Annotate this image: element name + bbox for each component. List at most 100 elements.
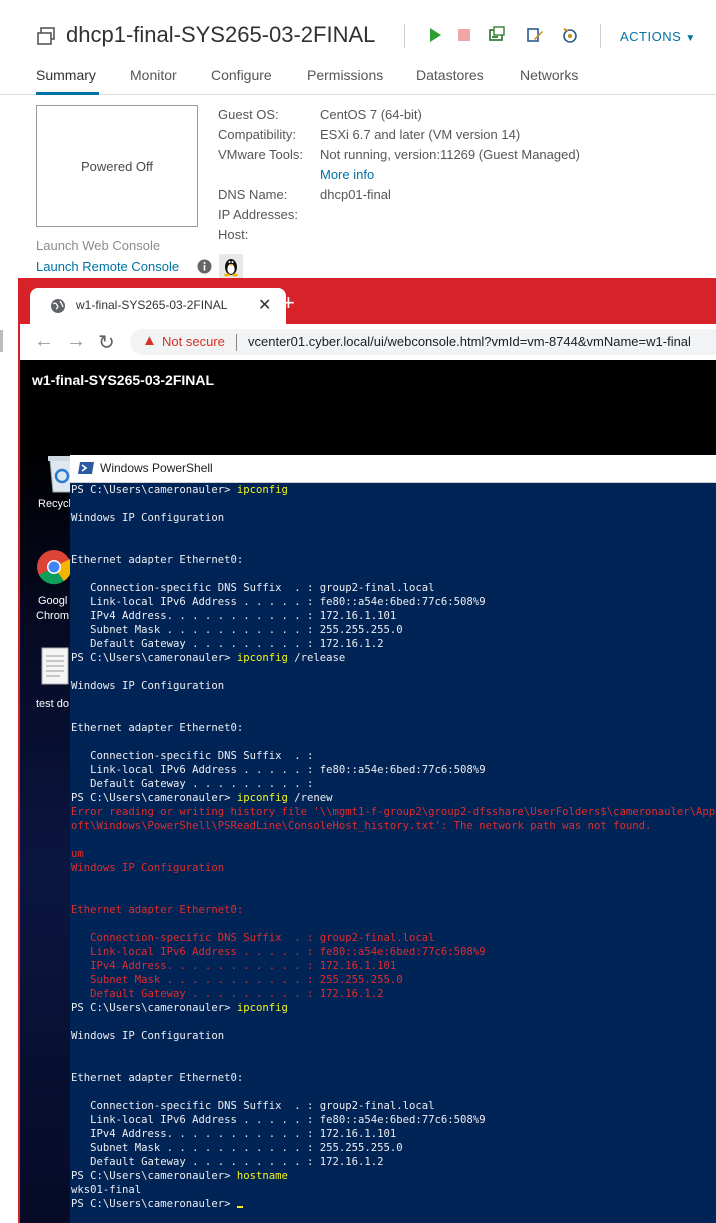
powershell-titlebar: Windows PowerShell xyxy=(70,455,716,483)
console-line: Link-local IPv6 Address . . . . . : fe80… xyxy=(71,1114,486,1126)
close-tab-icon[interactable]: ✕ xyxy=(258,295,271,315)
console-command: ipconfig xyxy=(236,1002,288,1014)
console-header: w1-final-SYS265-03-2FINAL xyxy=(20,360,716,442)
console-line: Link-local IPv6 Address . . . . . : fe80… xyxy=(71,764,486,776)
browser-titlebar: w1-final-SYS265-03-2FINAL ✕ + xyxy=(20,278,716,324)
console-prompt: PS C:\Users\cameronauler> xyxy=(71,652,237,664)
console-line: Ethernet adapter Ethernet0: xyxy=(71,722,244,734)
tab-networks[interactable]: Networks xyxy=(520,67,578,83)
vm-console-thumbnail[interactable]: Powered Off xyxy=(36,105,198,227)
toolbar-divider xyxy=(404,24,405,48)
tab-monitor[interactable]: Monitor xyxy=(130,67,177,83)
console-line: Subnet Mask . . . . . . . . . . . : 255.… xyxy=(71,624,403,636)
console-line: PS C:\Users\cameronauler> xyxy=(71,1197,716,1211)
url-text[interactable]: vcenter01.cyber.local/ui/webconsole.html… xyxy=(248,334,691,349)
back-arrow-icon[interactable]: ← xyxy=(34,330,54,353)
edit-settings-icon[interactable] xyxy=(526,26,544,44)
toolbar-divider xyxy=(600,24,601,48)
launch-web-console-link[interactable]: Launch Web Console xyxy=(36,238,160,253)
console-error-line xyxy=(71,889,716,903)
globe-icon xyxy=(51,299,65,313)
console-error-line xyxy=(71,875,716,889)
address-bar[interactable]: ▲ Not secure vcenter01.cyber.local/ui/we… xyxy=(130,329,716,355)
console-command: hostname xyxy=(236,1170,288,1182)
console-line: Ethernet adapter Ethernet0: xyxy=(71,554,244,566)
console-error-line: Ethernet adapter Ethernet0: xyxy=(71,904,244,916)
compatibility-value: ESXi 6.7 and later (VM version 14) xyxy=(320,127,521,142)
powershell-title: Windows PowerShell xyxy=(100,461,213,475)
vm-icon xyxy=(37,27,55,45)
migrate-icon[interactable] xyxy=(488,26,506,44)
console-line: Windows IP Configuration xyxy=(71,680,225,692)
console-line: PS C:\Users\cameronauler> ipconfig xyxy=(71,1001,716,1015)
console-error-line xyxy=(71,833,716,847)
console-line: Link-local IPv6 Address . . . . . : fe80… xyxy=(71,596,486,608)
text-cursor xyxy=(236,1206,243,1208)
dns-name-value: dhcp01-final xyxy=(320,187,391,202)
guest-desktop: Recycle Googl Chrom test do Windows Powe… xyxy=(20,442,716,1223)
vm-summary-panel: dhcp1-final-SYS265-03-2FINAL ACTIONS ▼ S… xyxy=(0,0,716,278)
not-secure-label[interactable]: Not secure xyxy=(162,334,225,349)
tab-permissions[interactable]: Permissions xyxy=(307,67,383,83)
console-error-line: Connection-specific DNS Suffix . : group… xyxy=(71,932,435,944)
console-line: wks01-final xyxy=(71,1184,142,1196)
console-line: PS C:\Users\cameronauler> ipconfig /rene… xyxy=(71,791,716,805)
new-tab-button[interactable]: + xyxy=(282,290,295,316)
forward-arrow-icon[interactable]: → xyxy=(66,330,86,353)
powershell-window[interactable]: Windows PowerShell PS C:\Users\cameronau… xyxy=(70,455,716,1223)
linux-tux-icon xyxy=(219,254,243,278)
power-state-text: Powered Off xyxy=(80,159,154,174)
console-line: Windows IP Configuration xyxy=(71,1030,225,1042)
info-icon[interactable] xyxy=(197,259,212,274)
chrome-icon xyxy=(37,550,72,585)
console-error-line: IPv4 Address. . . . . . . . . . . : 172.… xyxy=(71,960,397,972)
console-line: IPv4 Address. . . . . . . . . . . : 172.… xyxy=(71,610,397,622)
console-line: Connection-specific DNS Suffix . : group… xyxy=(71,1100,435,1112)
power-on-icon[interactable] xyxy=(426,26,444,44)
browser-tab[interactable]: w1-final-SYS265-03-2FINAL ✕ xyxy=(30,288,286,324)
tab-configure[interactable]: Configure xyxy=(211,67,272,83)
console-command: ipconfig xyxy=(236,652,288,664)
detail-label: Compatibility: xyxy=(218,127,297,142)
power-off-icon[interactable] xyxy=(455,26,473,44)
chevron-down-icon: ▼ xyxy=(685,33,696,44)
tab-divider xyxy=(0,94,716,95)
snapshot-icon[interactable] xyxy=(561,26,579,44)
launch-remote-console-link[interactable]: Launch Remote Console xyxy=(36,259,179,274)
tab-summary[interactable]: Summary xyxy=(36,67,96,83)
console-line: Default Gateway . . . . . . . . . : xyxy=(71,778,314,790)
address-divider xyxy=(236,334,237,351)
powershell-icon xyxy=(78,462,94,474)
vmware-tools-value: Not running, version:11269 (Guest Manage… xyxy=(320,147,580,162)
actions-menu[interactable]: ACTIONS ▼ xyxy=(620,29,696,44)
console-line: Ethernet adapter Ethernet0: xyxy=(71,1072,244,1084)
console-error-line: oft\Windows\PowerShell\PSReadLine\Consol… xyxy=(71,820,652,832)
detail-label: Host: xyxy=(218,227,249,242)
desktop-icon-label: Chrom xyxy=(36,610,70,622)
console-error-line: Default Gateway . . . . . . . . . : 172.… xyxy=(71,988,384,1000)
console-line: PS C:\Users\cameronauler> ipconfig xyxy=(71,483,716,497)
more-info-link[interactable]: More info xyxy=(320,167,374,182)
detail-label: DNS Name: xyxy=(218,187,288,202)
console-line: Windows IP Configuration xyxy=(71,512,225,524)
background-window-edge xyxy=(0,330,3,352)
console-error-line xyxy=(71,917,716,931)
tab-datastores[interactable]: Datastores xyxy=(416,67,484,83)
console-error-line: um xyxy=(71,848,84,860)
desktop-icon-label: test do xyxy=(36,698,70,710)
console-prompt: PS C:\Users\cameronauler> xyxy=(71,792,237,804)
console-line: PS C:\Users\cameronauler> hostname xyxy=(71,1169,716,1183)
console-line: Subnet Mask . . . . . . . . . . . : 255.… xyxy=(71,1142,403,1154)
reload-icon[interactable]: ↻ xyxy=(98,330,115,355)
powershell-console[interactable]: PS C:\Users\cameronauler> ipconfig Window… xyxy=(70,483,716,1223)
detail-label: IP Addresses: xyxy=(218,207,298,222)
guest-os-value: CentOS 7 (64-bit) xyxy=(320,107,422,122)
